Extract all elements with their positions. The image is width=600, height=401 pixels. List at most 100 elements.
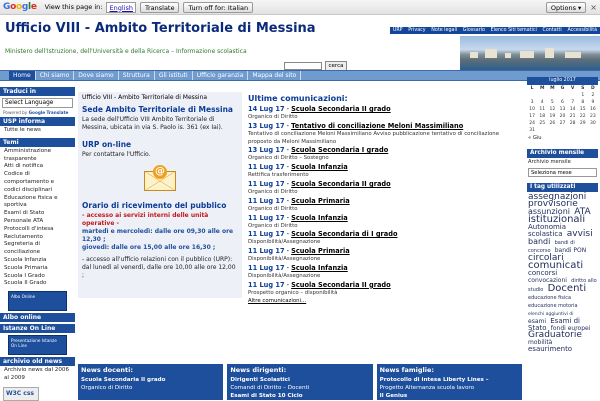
calendar-day (568, 127, 578, 134)
item-date: 11 Lug 17 (248, 230, 285, 239)
calendar-day (557, 92, 567, 99)
tag-link[interactable]: educazione fisica (528, 295, 571, 301)
item-subtitle: Organico di Diritto (248, 188, 298, 195)
item-link[interactable]: Scuola Primaria (291, 247, 350, 255)
item-subtitle: Organico di Diritto (248, 222, 298, 229)
item-subtitle: Disponibilità/Assegnazione (248, 239, 321, 246)
toplink-glossario[interactable]: Glossario (463, 28, 485, 33)
calendar-day (537, 127, 547, 134)
turn-off-button[interactable]: Turn off for: Italian (183, 1, 254, 13)
temi-item[interactable]: Scuola I Grado (4, 273, 71, 281)
item-date: 11 Lug 17 (248, 263, 285, 272)
calendar-day: 16 (590, 107, 596, 112)
toplink-elenco-siti[interactable]: Elenco Siti tematici (491, 28, 537, 33)
close-icon[interactable]: × (590, 3, 597, 12)
temi-item[interactable]: Atti di notifica (4, 163, 71, 171)
item-link[interactable]: Scuola Secondaria I grado (291, 146, 388, 154)
toplink-note-legali[interactable]: Note legali (431, 28, 457, 33)
google-translate-bar: Google View this page in: English Transl… (0, 0, 600, 15)
header-city-photo (460, 36, 600, 70)
calendar-day: 7 (571, 100, 575, 105)
nav-gli-istituti[interactable]: Gli istituti (155, 71, 193, 80)
item-date: 11 Lug 17 (248, 247, 285, 256)
temi-item[interactable]: Scuola II Grado (4, 280, 71, 288)
w3c-css-badge[interactable]: W3C css (3, 386, 39, 401)
calendar-prev-link[interactable]: « Giu (525, 134, 600, 143)
archive-old-news-link[interactable]: Archivio news dal 2006 al 2009 (0, 366, 75, 384)
temi-item[interactable]: Scuola Infanzia (4, 257, 71, 265)
temi-item[interactable]: Amministrazione trasparente (4, 148, 71, 164)
calendar-day: 25 (539, 121, 546, 126)
urp-heading[interactable]: URP on-line (78, 138, 242, 151)
archive-month-select[interactable]: Seleziona mese (528, 168, 597, 177)
calendar-day: 20 (559, 114, 566, 119)
site-title[interactable]: Ufficio VIII - Ambito Territoriale di Me… (5, 21, 316, 36)
item-link[interactable]: Tentativo di conciliazione Meloni Massim… (291, 122, 463, 130)
toplink-accessibilita[interactable]: Accessibilità (567, 28, 597, 33)
tag-link[interactable]: concorsi (528, 269, 557, 277)
options-button[interactable]: Options ▾ (545, 1, 587, 13)
news-item[interactable]: Scuola Secondaria II grado (81, 376, 220, 384)
item-subtitle: Disponibilità/Assegnazione (248, 272, 321, 279)
toplink-urp[interactable]: URP (393, 28, 403, 33)
calendar-day: 24 (529, 121, 535, 126)
calendar-day: 15 (579, 107, 586, 112)
tag-link[interactable]: avvisi (567, 229, 593, 239)
albo-online-banner[interactable]: Albo Online (8, 291, 67, 312)
istanze-banner[interactable]: Presentazione Istanze On Line (8, 335, 67, 356)
translate-link[interactable]: Translate (46, 110, 68, 115)
calendar-day: 28 (569, 121, 576, 126)
temi-item[interactable]: Reclutamento (4, 234, 71, 242)
temi-item[interactable]: Segreteria di conciliazione (4, 241, 71, 257)
temi-item[interactable]: Codice di comportamento e codici discipl… (4, 171, 71, 194)
nav-struttura[interactable]: Struttura (119, 71, 155, 80)
tag-link[interactable]: Docenti (548, 283, 587, 294)
temi-item[interactable]: Educazione fisica e sportiva (4, 195, 71, 211)
temi-item[interactable]: Personale ATA (4, 218, 71, 226)
istanze-heading: Istanze On Line (0, 324, 75, 334)
item-date: 11 Lug 17 (248, 196, 285, 205)
news-item[interactable]: Il Genius (380, 392, 519, 400)
toplink-contatti[interactable]: Contatti (543, 28, 562, 33)
item-link[interactable]: Scuola Infanzia (291, 264, 348, 272)
tag-link[interactable]: esaurimento (528, 345, 572, 353)
usp-link-tutte-news[interactable]: Tutte le news (4, 127, 71, 135)
search-input[interactable] (284, 62, 322, 70)
comunicazioni-list: Ultime comunicazioni: 14 Lug 17 - Scuola… (246, 92, 522, 362)
translate-button[interactable]: Translate (139, 1, 180, 13)
select-language-dropdown[interactable]: Select Language (2, 98, 73, 108)
temi-item[interactable]: Scuola Primaria (4, 265, 71, 273)
nav-mappa-sito[interactable]: Mappa del sito (248, 71, 302, 80)
news-item[interactable]: Protocollo di intesa Liberty Lines – (380, 376, 519, 384)
nav-home[interactable]: Home (9, 71, 36, 80)
tag-link[interactable]: bandi (528, 237, 550, 246)
site-subtitle: Ministero dell'Istruzione, dell'Universi… (5, 48, 247, 55)
orario-line-5: dal lunedì al venerdì, dalle ore 10,00 a… (82, 264, 236, 279)
nav-chi-siamo[interactable]: Chi siamo (36, 71, 75, 80)
item-link[interactable]: Scuola Secondaria II grado (291, 105, 391, 113)
more-comunicazioni-link[interactable]: Altre comunicazioni... (248, 298, 306, 304)
calendar-day: 5 (550, 100, 554, 105)
item-link[interactable]: Scuola Secondaria II grado (291, 281, 391, 289)
tag-link[interactable]: educazione motoria (528, 303, 578, 309)
item-link[interactable]: Scuola Secondaria di I grado (291, 230, 397, 238)
weekday: G (560, 86, 565, 91)
item-subtitle: Organico di Diritto – Sostegno (248, 155, 329, 162)
news-item[interactable]: Esami di Stato 10 Ciclo (230, 392, 369, 400)
orario-line-3: giovedì: dalle ore 15,00 alle ore 16,30 … (82, 244, 216, 251)
language-select[interactable]: English (106, 1, 136, 13)
item-link[interactable]: Scuola Infanzia (291, 214, 348, 222)
nav-ufficio-garanzia[interactable]: Ufficio garanzia (193, 71, 249, 80)
temi-item[interactable]: Esami di Stato (4, 210, 71, 218)
toplink-privacy[interactable]: Privacy (408, 28, 425, 33)
item-subtitle: Prospetto organico – disponibilità (248, 289, 338, 296)
news-item[interactable]: Dirigenti Scolastici (230, 376, 369, 384)
item-link[interactable]: Scuola Secondaria II grado (291, 180, 391, 188)
mail-icon[interactable]: @ (140, 165, 180, 195)
item-link[interactable]: Scuola Primaria (291, 197, 350, 205)
sede-heading[interactable]: Sede Ambito Territoriale di Messina (78, 103, 242, 116)
list-item: 11 Lug 17 - Scuola Infanzia (246, 163, 522, 172)
nav-dove-siamo[interactable]: Dove siamo (74, 71, 119, 80)
item-link[interactable]: Scuola Infanzia (291, 163, 348, 171)
temi-item[interactable]: Protocolli d'intesa (4, 226, 71, 234)
